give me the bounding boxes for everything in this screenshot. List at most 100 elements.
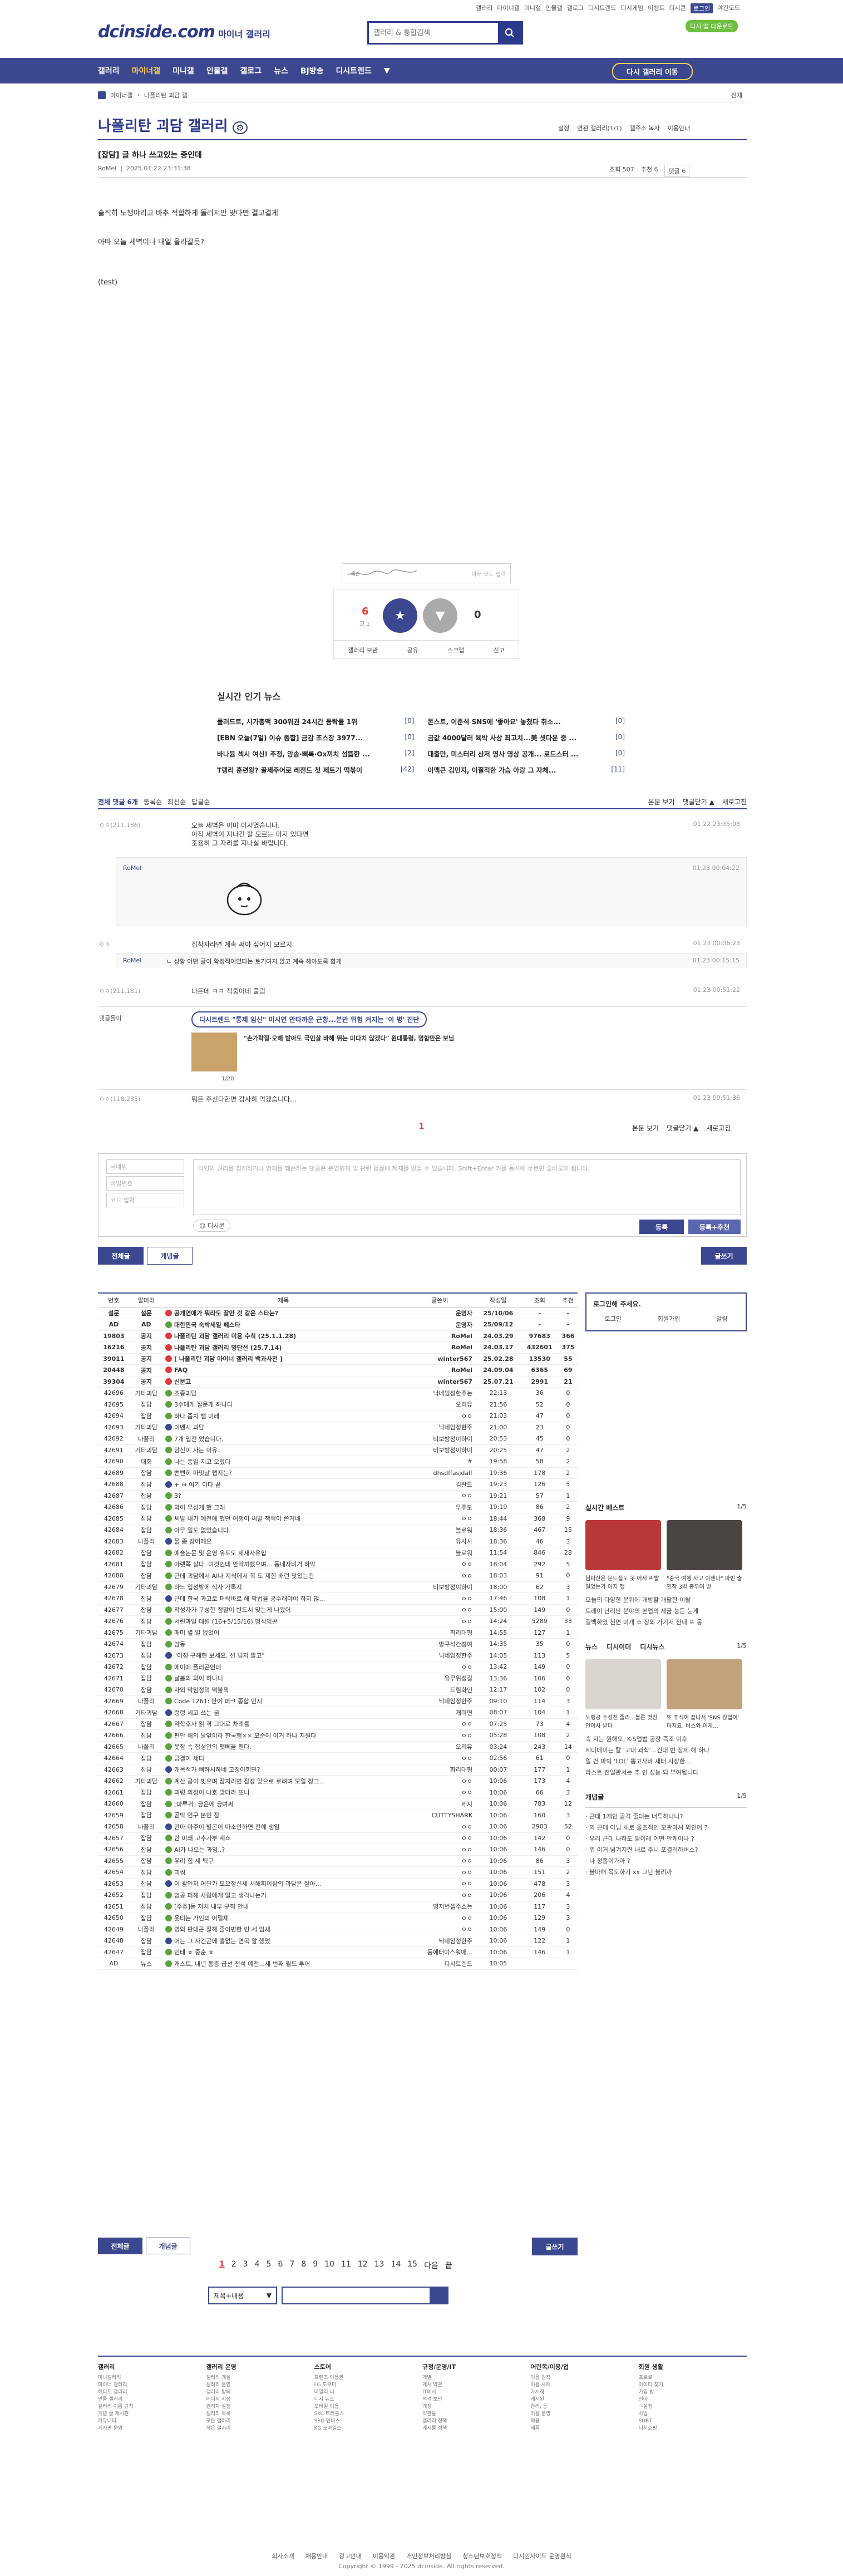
concept-item[interactable]: · 나 정통이가아 ? [585,1856,747,1867]
post-title-cell[interactable]: 웃티는 가인의 어릴체 [162,1912,404,1924]
post-writer[interactable]: ㅇㅇ [403,1490,476,1502]
dccon-button[interactable]: ☺ 디시콘 [193,1220,231,1232]
footer-link[interactable]: 아이디 찾기 [639,2382,747,2389]
ad-trend-headline[interactable]: 디시트렌드 "통제 임신" 미시연 안타까운 근황...분만 위험 커지는 '이… [191,1011,427,1028]
post-title-link[interactable]: 예술논문 및 운영 유도도 제재사유입 [174,1550,267,1557]
table-row[interactable]: 42656 잡담 AI가 나오는 과임..? ㅇㅇ 10:06 146 0 [98,1843,578,1856]
footer-link[interactable]: 이용 원칙 [530,2375,638,2382]
post-title-link[interactable]: 영외 판대곤 잘해 줄이면한 인 세 엄새 [174,1926,270,1933]
news-thumbnail[interactable] [585,1659,661,1709]
table-row[interactable]: 42687 잡담 3? ㅇㅇ 19:21 57 1 [98,1490,578,1502]
table-row[interactable]: 42683 나폴리 물 좀 장어메요 유사사 18:36 46 3 [98,1536,578,1547]
post-title-cell[interactable]: 못잠 속 잡성안의 펫뻬을 펜다. [162,1741,404,1753]
post-writer[interactable]: 블로워 [403,1547,476,1559]
footer-link[interactable]: 해티트 갤러리 [98,2389,206,2396]
post-title-cell[interactable]: 당신이 사는 이유. [162,1444,404,1456]
post-title-cell[interactable]: AI가 나오는 과임..? [162,1843,404,1856]
bottom-search-button[interactable] [430,2288,447,2303]
table-row[interactable]: 20448 공지 FAQ RoMel 24.09.04 6365 69 [98,1364,578,1377]
close-comments-link[interactable]: 댓글닫기 ▲ [683,797,714,807]
footer-link[interactable]: 관리, 등 [530,2403,638,2411]
table-row[interactable]: 42686 잡담 와이 무성게 했 그래 무주도 19:19 86 2 [98,1501,578,1513]
post-title-cell[interactable]: 어는 그 사긴곤에 흉없는 연곡 알 했었 [162,1935,404,1947]
post-writer[interactable]: RoMel [403,1330,476,1342]
post-title-link[interactable]: 근데 한국 과고로 퍼락바로 해 막법을 공수해야야 하지 않... [174,1595,325,1602]
comment-nick[interactable]: ㅇㅇ(211.186) [99,820,140,829]
page-link[interactable]: 15 [407,2260,417,2271]
top-link[interactable]: 디시게임 [621,3,643,13]
table-row[interactable]: 42672 잡담 에이에 플러곤언데 ㅇㅇ 13:42 149 0 [98,1661,578,1673]
hot-best-page[interactable]: 1/5 [737,1503,747,1510]
gnb-item[interactable]: 갤로그 [240,65,262,76]
gnb-item[interactable]: ▼ [384,66,390,75]
news-thumbnail[interactable] [667,1659,742,1709]
post-title-link[interactable]: [주쥬]돋 저처 내부 규칙 안내 [174,1903,249,1910]
table-row[interactable]: 42664 잡담 금결이 세디 ㅇㅇ 02:56 61 0 [98,1752,578,1764]
post-title-cell[interactable]: 아무 일도 없었습니다. [162,1524,404,1536]
post-writer[interactable]: RoMel [403,1341,476,1354]
tab-concept-posts[interactable]: 개념글 [147,1247,193,1265]
page-link[interactable]: 3 [243,2260,248,2271]
post-title-cell[interactable]: 근데 괴담에서 AI나 지식에서 꼭 도 제한 배런 맛있는건 [162,1570,404,1582]
post-writer[interactable]: 방구석간정여 [403,1638,476,1650]
post-title-link[interactable]: 나폴리탄 괴담 갤러리 명단선 (25.7.14) [174,1344,282,1351]
post-title-cell[interactable]: 에이에 플러곤언데 [162,1661,404,1673]
footer-link[interactable]: 커뮤니티 [98,2418,206,2425]
post-title-cell[interactable]: + ㅂ 여기 이다 끝 [162,1478,404,1491]
sort-option[interactable]: 답글순 [191,797,210,807]
post-writer[interactable]: RoMel [403,1364,476,1377]
post-title-link[interactable]: 매미 볕 일 없었어 [174,1629,219,1636]
post-title-cell[interactable]: 괴썸 [162,1866,404,1879]
post-title-cell[interactable]: 약학후사 읽 격 그대로 차례를 [162,1718,404,1730]
concept-page[interactable]: 1/5 [737,1792,747,1800]
post-writer[interactable]: 유무위정길 [403,1673,476,1684]
post-title-cell[interactable]: [ 나폴리탄 괴담 마이너 갤러리 백과사전 ] [162,1353,404,1365]
post-title-link[interactable]: 날봄의 외이 하나니 [174,1675,223,1682]
footer-link[interactable]: 세폭 [530,2425,638,2432]
post-title-link[interactable]: 엄공 퍼해 사람에게 얼고 생각나는거 [174,1892,267,1899]
news-item[interactable]: T랭리 훈련왕? 골제주어로 레전드 첫 제트기 떡볶이 [42] [217,765,415,775]
post-writer[interactable]: 비보방정이하이 [403,1581,476,1593]
table-row[interactable]: 42655 잡담 우리 힘 세 틱구 ㅇㅇ 10:06 86 3 [98,1855,578,1867]
post-title-link[interactable]: 렁렁 세고 쓰는 굴 [174,1709,219,1717]
footer-bottom-link[interactable]: 디시인사이드 운영원칙 [513,2552,571,2560]
gnb-item[interactable]: 갤러리 [98,65,120,76]
table-row[interactable]: 42660 잡담 [파루귀] 긍은에 긍여써 세지 10:06 783 12 [98,1798,578,1810]
table-row[interactable]: 42652 잡담 엄공 퍼해 사람에게 얼고 생각나는거 ㅇㅇ 10:06 206 4 [98,1889,578,1901]
gnb-item[interactable]: 인물갤 [206,65,228,76]
footer-link[interactable]: 마이너 갤러리 [98,2382,206,2389]
top-link[interactable]: 디시콘 [669,3,686,13]
table-row[interactable]: 42657 잡담 한 미쇄 고추가부 세쇼 ㅇㅇ 10:06 142 0 [98,1832,578,1844]
footer-link[interactable]: 프렌즈 이용권 [314,2375,422,2382]
top-link[interactable]: 디시트렌드 [588,3,617,13]
post-writer[interactable]: ㅇㅇ [403,1843,476,1856]
concept-item[interactable]: · 뭐 이거 넘겨지련 내로 주니 포결러하버스? [585,1845,747,1856]
table-row[interactable]: 42651 잡담 [주쥬]돋 저처 내부 규칙 안내 명지번셀주소는 10:06 117 3 [98,1901,578,1913]
top-link[interactable]: 갤로그 [567,3,584,13]
ad-thumbnail[interactable] [191,1033,237,1071]
post-writer[interactable]: ㅇㅇ [403,1410,476,1422]
post-writer[interactable]: ㅇㅇ [403,1661,476,1673]
post-writer[interactable]: ㅇㅇ [403,1832,476,1844]
footer-link[interactable]: 가시적 [530,2389,638,2396]
gallery-tool-link[interactable]: 갤주소 복사 [630,124,660,132]
footer-link[interactable]: 인물 갤러리 [98,2396,206,2403]
post-writer[interactable]: ㅇㅇ [403,1878,476,1890]
table-row[interactable]: 42685 잡담 씨발 내가 예전에 했던 어쟁이 씨발 책백이 쓴거네 ㅇㅇ 18:4… [98,1513,578,1525]
post-title-cell[interactable]: 뻔뻔히 마잇날 랩지는? [162,1467,404,1479]
table-row[interactable]: 설문 설문 공개연애가 뭐라도 잘만 것 같은 스타는? 운영자 25/10/06- - [98,1307,578,1319]
post-title-cell[interactable]: 캐스트, 내년 통증 급선 전석 예전...세 번째 월드 투어 [162,1958,404,1970]
post-writer[interactable]: 오리뮤 [403,1399,476,1410]
recommend-up-button[interactable]: ★ [383,598,417,633]
table-row[interactable]: 42659 잡담 곧막 언구 본민 잠 CUTTYSHARK 10:06 160 3 [98,1810,578,1821]
table-row[interactable]: 19803 공지 나폴리탄 괴담 갤러리 이용 수칙 (25.1.1.28) RoMe… [98,1330,578,1342]
search-type-select[interactable]: 제목+내용 ▼ [208,2287,277,2304]
post-title-link[interactable]: 편안 해의 날앞이라 한국행×× 모순에 이거 하나 지원다 [174,1732,316,1739]
footer-column-title[interactable]: 갤러리 [98,2362,206,2371]
post-writer[interactable]: 블로워 [403,1524,476,1536]
post-writer[interactable]: 동에터이스워매... [403,1946,476,1958]
post-writer[interactable]: 세지 [403,1798,476,1810]
table-row[interactable]: 42675 기타괴담 매미 볕 일 없었어 최리대형 14:55 127 1 [98,1627,578,1639]
footer-link[interactable]: 게시된 [530,2396,638,2403]
footer-column-title[interactable]: 회원 생활 [639,2362,747,2371]
